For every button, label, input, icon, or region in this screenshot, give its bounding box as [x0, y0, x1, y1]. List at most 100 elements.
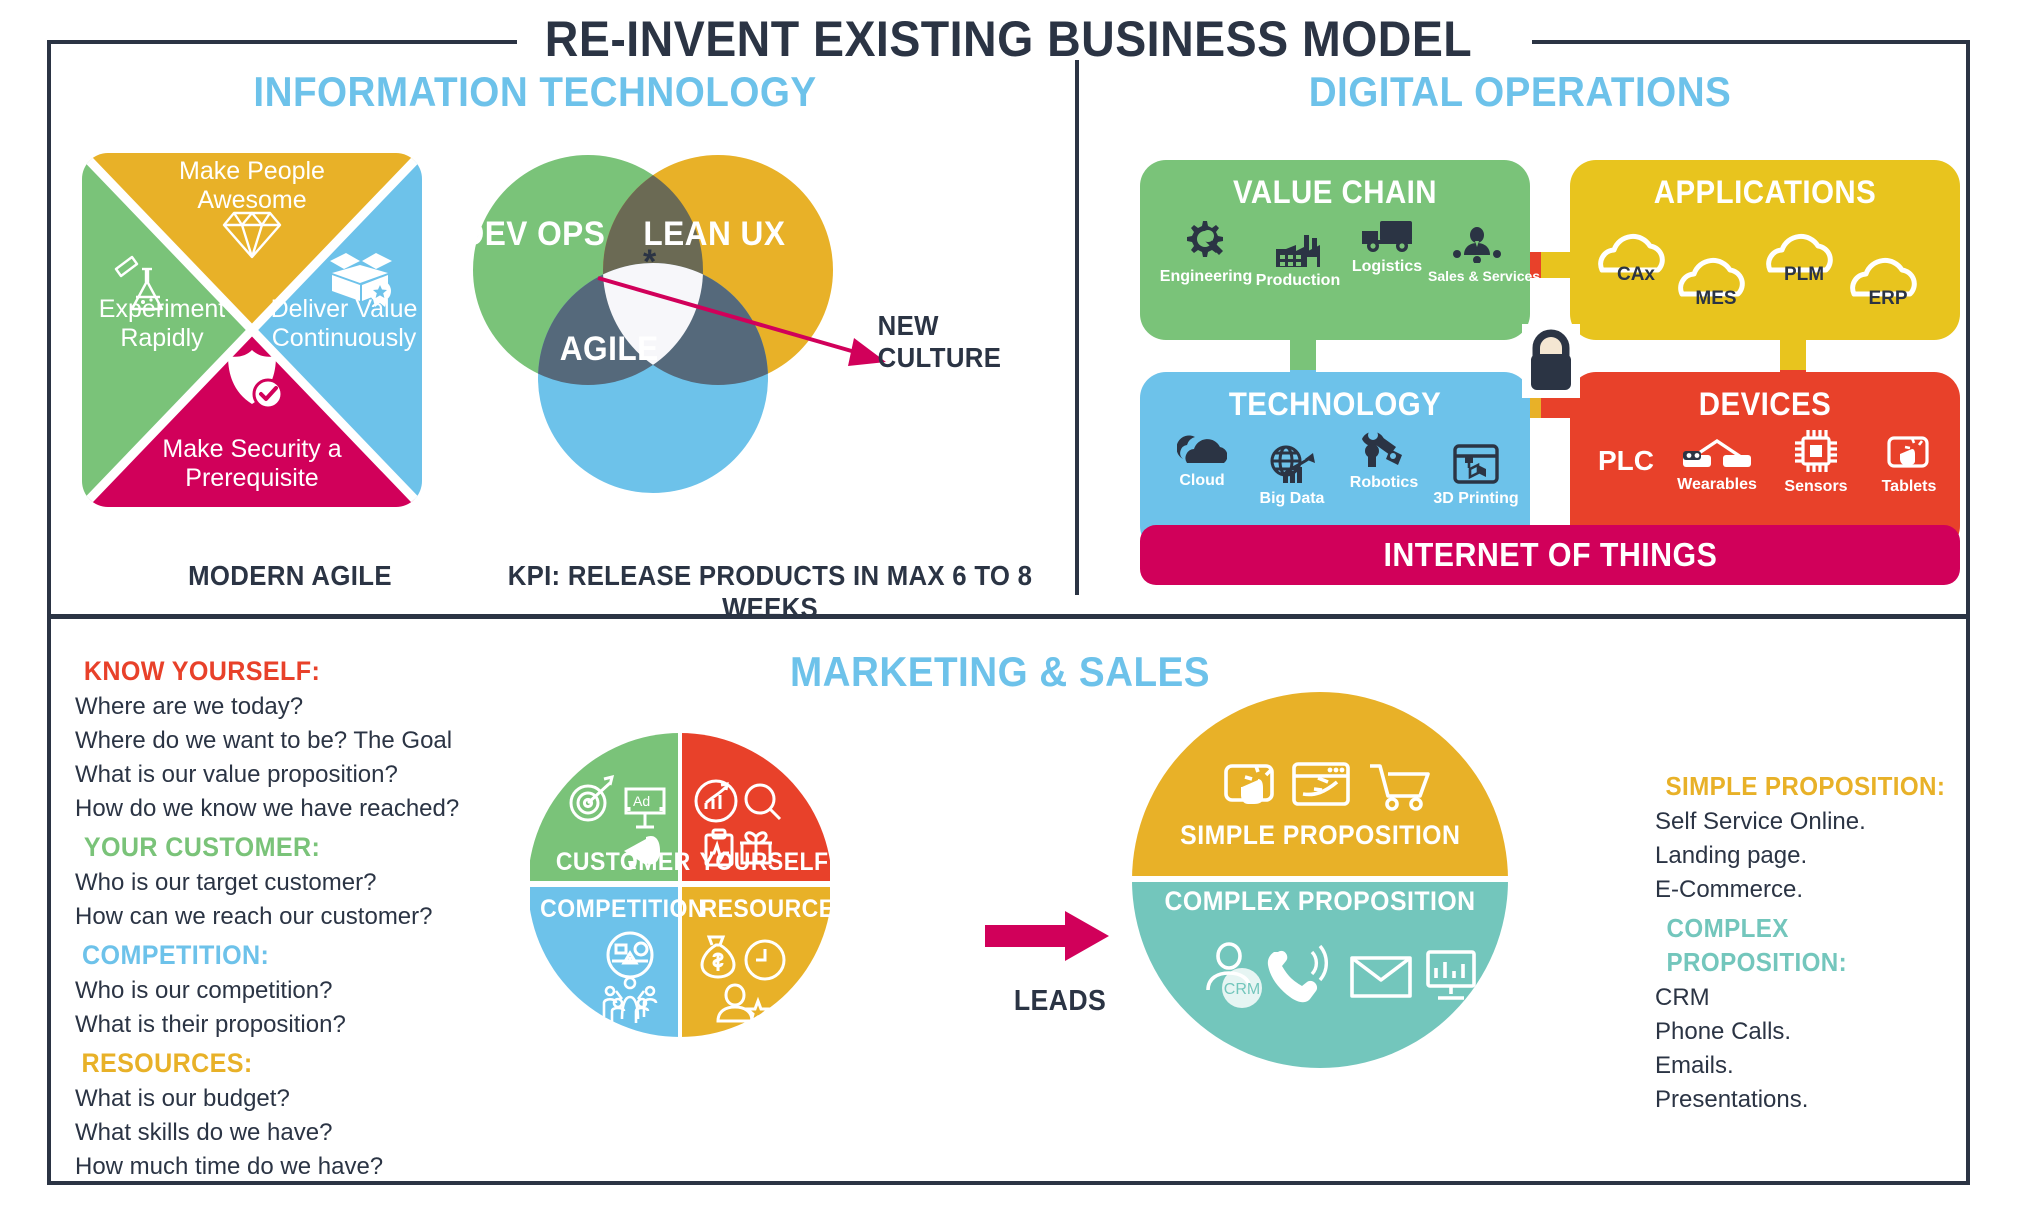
section-title-marketing-sales: MARKETING & SALES: [789, 648, 1210, 695]
section-title-information-technology: INFORMATION TECHNOLOGY: [253, 68, 817, 115]
proposition-label-simple: SIMPLE PROPOSITION: [1179, 820, 1461, 850]
label-cloud: Cloud: [1179, 472, 1225, 489]
card-applications[interactable]: APPLICATIONS CAx MES PLM ERP: [1570, 160, 1960, 340]
value-chain-item-sales-services: Sales & Services: [1428, 227, 1541, 284]
marketing-left-column: KNOW YOURSELF: Where are we today? Where…: [75, 650, 505, 1184]
devices-item-wearables: Wearables: [1662, 437, 1772, 494]
svg-text:Ad: Ad: [633, 793, 650, 809]
value-chain-item-production: Production: [1248, 233, 1348, 290]
list-item: E-Commerce.: [1655, 876, 1804, 903]
proposition-shapes: CRM: [1132, 692, 1508, 1068]
leads-label: LEADS: [1013, 985, 1107, 1017]
cloud-icon: [1176, 435, 1228, 463]
truck-icon: [1362, 221, 1412, 252]
wheel-label-competition: COMPETITION: [540, 895, 705, 923]
label-sales-services: Sales & Services: [1428, 268, 1541, 284]
venn-label-leanux: LEAN UX: [643, 215, 786, 253]
list-item: Presentations.: [1655, 1086, 1809, 1113]
heading-complex-proposition: COMPLEX PROPOSITION:: [1666, 913, 1848, 977]
list-item: CRM: [1655, 984, 1710, 1011]
heading-simple-proposition: SIMPLE PROPOSITION:: [1665, 771, 1946, 801]
shield-check-icon: [228, 350, 284, 410]
list-item: What skills do we have?: [75, 1119, 333, 1146]
agile-label-make-people-awesome: Make People Awesome: [179, 157, 325, 214]
digital-operations-grid: VALUE CHAIN Engineering Production Logis…: [1140, 160, 1960, 580]
value-chain-item-engineering: Engineering: [1156, 219, 1256, 286]
label-wearables: Wearables: [1677, 476, 1757, 493]
card-title-technology: TECHNOLOGY: [1228, 386, 1442, 422]
agile-label-deliver-value: Deliver Value Continuously: [270, 295, 418, 352]
frame-divider-vertical: [1075, 60, 1079, 595]
globe-chart-icon: [1270, 445, 1315, 483]
agile-label-experiment-rapidly: Experiment Rapidly: [98, 295, 226, 352]
list-item: Emails.: [1655, 1052, 1734, 1079]
card-title-devices: DEVICES: [1698, 386, 1832, 422]
proposition-label-complex: COMPLEX PROPOSITION: [1164, 886, 1476, 916]
list-item: Who is our target customer?: [75, 869, 377, 896]
label-tablets: Tablets: [1881, 478, 1937, 495]
tablet-touch-icon: [1887, 436, 1929, 468]
iot-bar[interactable]: INTERNET OF THINGS: [1140, 525, 1960, 585]
3d-printer-icon: [1453, 444, 1499, 484]
marketing-right-column: SIMPLE PROPOSITION: Self Service Online.…: [1655, 765, 1985, 1117]
venn-label-devops: DEV OPS: [461, 215, 606, 253]
heading-resources: RESOURCES:: [81, 1048, 253, 1078]
list-item: What is our budget?: [75, 1085, 290, 1112]
list-item: What is their proposition?: [75, 1011, 346, 1038]
technology-item-big-data: Big Data: [1244, 445, 1340, 508]
label-cax: CAx: [1616, 264, 1655, 285]
label-production: Production: [1255, 272, 1341, 289]
value-chain-item-logistics: Logistics: [1340, 219, 1434, 276]
diamond-icon: [222, 211, 282, 259]
label-plc: PLC: [1598, 445, 1654, 476]
frame-border-left: [47, 40, 51, 1185]
card-title-value-chain: VALUE CHAIN: [1232, 174, 1438, 210]
padlock-icon: [1522, 324, 1580, 398]
technology-item-cloud: Cloud: [1154, 433, 1250, 490]
applications-item-plm: PLM: [1774, 264, 1834, 286]
label-3d-printing: 3D Printing: [1433, 490, 1519, 507]
list-item: Where are we today?: [75, 693, 304, 720]
list-item: Who is our competition?: [75, 977, 333, 1004]
applications-item-mes: MES: [1686, 288, 1746, 310]
marketing-wheel: Ad CUSTOMER YOURSELF COMPETITION RESOURC…: [530, 715, 850, 1055]
crm-badge-label: CRM: [1224, 981, 1260, 998]
devices-item-tablets: Tablets: [1862, 435, 1956, 496]
list-item: Where do we want to be? The Goal: [75, 727, 453, 754]
heading-your-customer: YOUR CUSTOMER:: [83, 832, 321, 862]
robot-arm-icon: [1362, 430, 1402, 467]
card-value-chain[interactable]: VALUE CHAIN Engineering Production Logis…: [1140, 160, 1541, 340]
infographic-page: RE-INVENT EXISTING BUSINESS MODEL INFORM…: [0, 0, 2017, 1226]
gear-wrench-icon: [1187, 221, 1223, 257]
heading-know-yourself: KNOW YOURSELF:: [83, 656, 321, 686]
label-engineering: Engineering: [1159, 268, 1253, 285]
technology-item-robotics: Robotics: [1336, 429, 1432, 492]
modern-agile-diagram: Make People Awesome Experiment Rapidly D…: [72, 135, 432, 525]
wheel-label-customer: CUSTOMER: [555, 848, 691, 876]
applications-item-cax: CAx: [1606, 264, 1666, 286]
chip-icon: [1795, 430, 1837, 472]
label-big-data: Big Data: [1259, 490, 1325, 507]
page-title: RE-INVENT EXISTING BUSINESS MODEL: [544, 11, 1473, 67]
devices-item-sensors: Sensors: [1768, 427, 1864, 496]
modern-agile-caption: MODERN AGILE: [188, 560, 392, 591]
list-item: How can we reach our customer?: [75, 903, 433, 930]
smart-glasses-icon: [1683, 438, 1751, 467]
person-network-icon: [1453, 227, 1501, 264]
heading-competition: COMPETITION:: [82, 940, 270, 970]
list-item: What is our value proposition?: [75, 761, 398, 788]
new-culture-callout: NEW CULTURE: [877, 310, 1002, 373]
proposition-circle: CRM SIMPLE PROPOSITION COMPLEX PROPOSITI…: [1130, 690, 1510, 1070]
label-robotics: Robotics: [1349, 474, 1419, 491]
leads-arrow-icon: [985, 911, 1109, 961]
iot-bar-label: INTERNET OF THINGS: [1383, 536, 1717, 573]
factory-icon: [1276, 235, 1320, 267]
kpi-caption: KPI: RELEASE PRODUCTS IN MAX 6 TO 8 WEEK…: [507, 560, 1033, 623]
label-plm: PLM: [1783, 264, 1825, 285]
list-item: How do we know we have reached?: [75, 795, 460, 822]
technology-item-3d-printing: 3D Printing: [1426, 443, 1526, 508]
list-item: How much time do we have?: [75, 1153, 384, 1180]
venn-center-marker: *: [643, 243, 657, 281]
list-item: Phone Calls.: [1655, 1018, 1792, 1045]
wheel-label-resources: RESOURCES: [700, 895, 851, 923]
